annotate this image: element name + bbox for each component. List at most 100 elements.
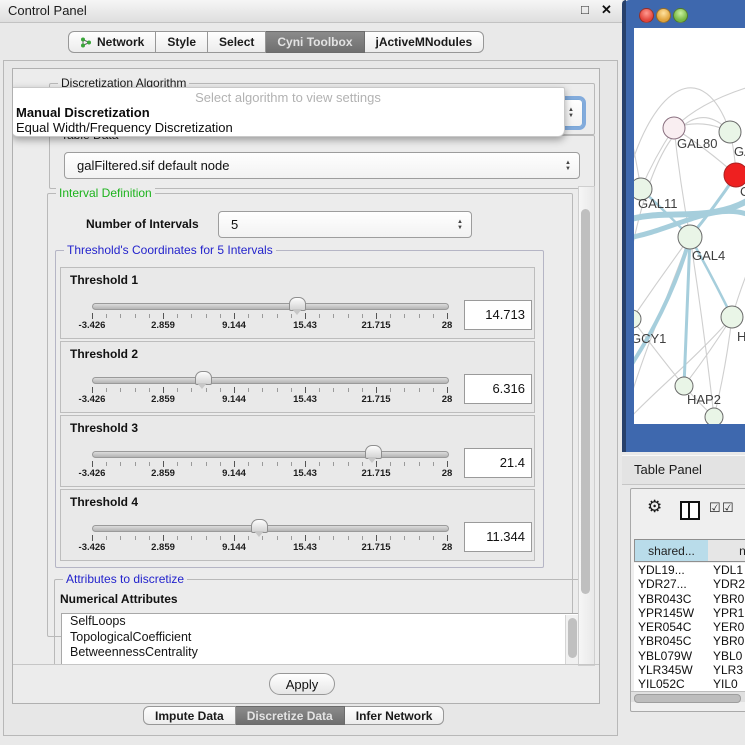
- table-row[interactable]: YBR043CYBR0: [634, 592, 745, 606]
- network-edge[interactable]: [684, 317, 732, 386]
- tick-mark: [404, 314, 405, 318]
- main-scrollbar[interactable]: [578, 186, 595, 666]
- tab-jactivemnodules[interactable]: jActiveMNodules: [365, 31, 485, 53]
- network-window: GAL80GACGAL11GAL4GCY1HHAP2: [622, 0, 745, 452]
- threshold-value-field[interactable]: 6.316: [464, 374, 532, 404]
- table-row[interactable]: YDR27...YDR2: [634, 577, 745, 591]
- close-icon[interactable]: ✕: [601, 2, 612, 18]
- number-of-intervals-combobox[interactable]: 5 ▲▼: [218, 211, 472, 238]
- tick-mark: [220, 388, 221, 392]
- tick-mark: [404, 462, 405, 466]
- table-row[interactable]: YPR145WYPR1: [634, 606, 745, 620]
- tick-label: 2.859: [151, 394, 175, 405]
- table-row[interactable]: YBR045CYBR0: [634, 634, 745, 648]
- mac-zoom-button[interactable]: [673, 8, 688, 23]
- threshold-slider-track[interactable]: [92, 525, 449, 532]
- attribute-list-item[interactable]: SelfLoops: [62, 614, 580, 630]
- tick-mark: [348, 388, 349, 392]
- popup-item-manual-discretization[interactable]: Manual Discretization: [16, 105, 150, 120]
- tab-style[interactable]: Style: [156, 31, 208, 53]
- tick-label: 9.144: [222, 468, 246, 479]
- tick-mark: [447, 387, 448, 393]
- tick-mark: [262, 462, 263, 466]
- screen: Control Panel □ ✕ NetworkStyleSelectCyni…: [0, 0, 745, 745]
- network-node[interactable]: [721, 306, 743, 328]
- tab-cyni-toolbox[interactable]: Cyni Toolbox: [266, 31, 364, 53]
- network-node-label: GA: [734, 144, 745, 159]
- tick-label: 2.859: [151, 542, 175, 553]
- mac-close-button[interactable]: [639, 8, 654, 23]
- checkbox-icon[interactable]: ☑: [722, 500, 734, 516]
- threshold-value-field[interactable]: 21.4: [464, 448, 532, 478]
- tick-label: -3.426: [79, 394, 106, 405]
- float-window-icon[interactable]: □: [581, 2, 589, 17]
- threshold-slider-track[interactable]: [92, 451, 449, 458]
- scrollbar-thumb[interactable]: [634, 694, 741, 703]
- network-canvas[interactable]: GAL80GACGAL11GAL4GCY1HHAP2: [634, 28, 745, 424]
- network-node[interactable]: [678, 225, 702, 249]
- split-columns-icon[interactable]: [680, 501, 700, 520]
- tab-network[interactable]: Network: [68, 31, 156, 53]
- attributes-list-scrollbar[interactable]: [565, 615, 579, 664]
- table-row[interactable]: YIL052CYIL0: [634, 677, 745, 691]
- tick-mark: [404, 536, 405, 540]
- threshold-3-panel: Threshold 3-3.4262.8599.14415.4321.71528…: [60, 415, 535, 487]
- threshold-slider-thumb[interactable]: [251, 519, 268, 533]
- tab-impute-data[interactable]: Impute Data: [143, 706, 236, 725]
- scrollbar-thumb[interactable]: [581, 209, 590, 594]
- tick-mark: [348, 314, 349, 318]
- tick-mark: [135, 536, 136, 540]
- network-edge[interactable]: [690, 237, 714, 417]
- threshold-slider-thumb[interactable]: [195, 371, 212, 385]
- threshold-slider-thumb[interactable]: [365, 445, 382, 459]
- number-of-intervals-value: 5: [231, 212, 238, 237]
- table-data-combobox[interactable]: galFiltered.sif default node ▲▼: [64, 152, 580, 179]
- stepper-icon: ▲▼: [457, 212, 463, 237]
- tab-discretize-data[interactable]: Discretize Data: [236, 706, 345, 725]
- threshold-slider-track[interactable]: [92, 303, 449, 310]
- tick-mark: [376, 313, 377, 319]
- gear-icon[interactable]: ⚙: [647, 497, 662, 517]
- cell-name: YIL0: [713, 677, 738, 691]
- table-hscrollbar[interactable]: [631, 691, 745, 702]
- network-node[interactable]: [705, 408, 723, 424]
- threshold-slider-track[interactable]: [92, 377, 449, 384]
- thresholds-group-label: Threshold's Coordinates for 5 Intervals: [64, 243, 276, 257]
- network-graph[interactable]: GAL80GACGAL11GAL4GCY1HHAP2: [634, 28, 745, 424]
- tab-label: Discretize Data: [247, 709, 333, 723]
- attribute-list-item[interactable]: BetweennessCentrality: [62, 645, 580, 661]
- threshold-slider-thumb[interactable]: [289, 297, 306, 311]
- tick-mark: [120, 536, 121, 540]
- popup-item-equal-width[interactable]: Equal Width/Frequency Discretization: [16, 120, 233, 135]
- threshold-value-field[interactable]: 11.344: [464, 522, 532, 552]
- cell-name: YER0: [713, 620, 744, 634]
- tick-mark: [305, 387, 306, 393]
- table-row[interactable]: YBL079WYBL0: [634, 649, 745, 663]
- tick-mark: [319, 388, 320, 392]
- tick-mark: [390, 314, 391, 318]
- table-row[interactable]: YER054CYER0: [634, 620, 745, 634]
- table-row[interactable]: YDL19...YDL1: [634, 563, 745, 577]
- tab-label: Infer Network: [356, 709, 433, 723]
- table-row[interactable]: YLR345WYLR3: [634, 663, 745, 677]
- scrollbar-thumb[interactable]: [568, 618, 577, 658]
- numerical-attributes-list[interactable]: SelfLoopsTopologicalCoefficientBetweenne…: [61, 613, 581, 664]
- apply-button[interactable]: Apply: [269, 673, 335, 695]
- network-edge[interactable]: [634, 319, 684, 386]
- tick-mark: [135, 462, 136, 466]
- column-header-shared[interactable]: shared...: [634, 539, 709, 562]
- threshold-value-field[interactable]: 14.713: [464, 300, 532, 330]
- attribute-list-item[interactable]: TopologicalCoefficient: [62, 630, 580, 646]
- column-header-name[interactable]: n...: [708, 539, 745, 562]
- tick-label: 28: [442, 542, 453, 553]
- tick-label: -3.426: [79, 468, 106, 479]
- bottom-tab-bar: Impute Data Discretize Data Infer Network: [143, 706, 444, 725]
- tick-mark: [390, 536, 391, 540]
- tab-infer-network[interactable]: Infer Network: [345, 706, 445, 725]
- network-node[interactable]: [719, 121, 741, 143]
- network-node[interactable]: [634, 310, 641, 328]
- cell-shared-name: YBL079W: [638, 649, 692, 663]
- tab-select[interactable]: Select: [208, 31, 266, 53]
- checkbox-icon[interactable]: ☑: [709, 500, 721, 516]
- mac-minimize-button[interactable]: [656, 8, 671, 23]
